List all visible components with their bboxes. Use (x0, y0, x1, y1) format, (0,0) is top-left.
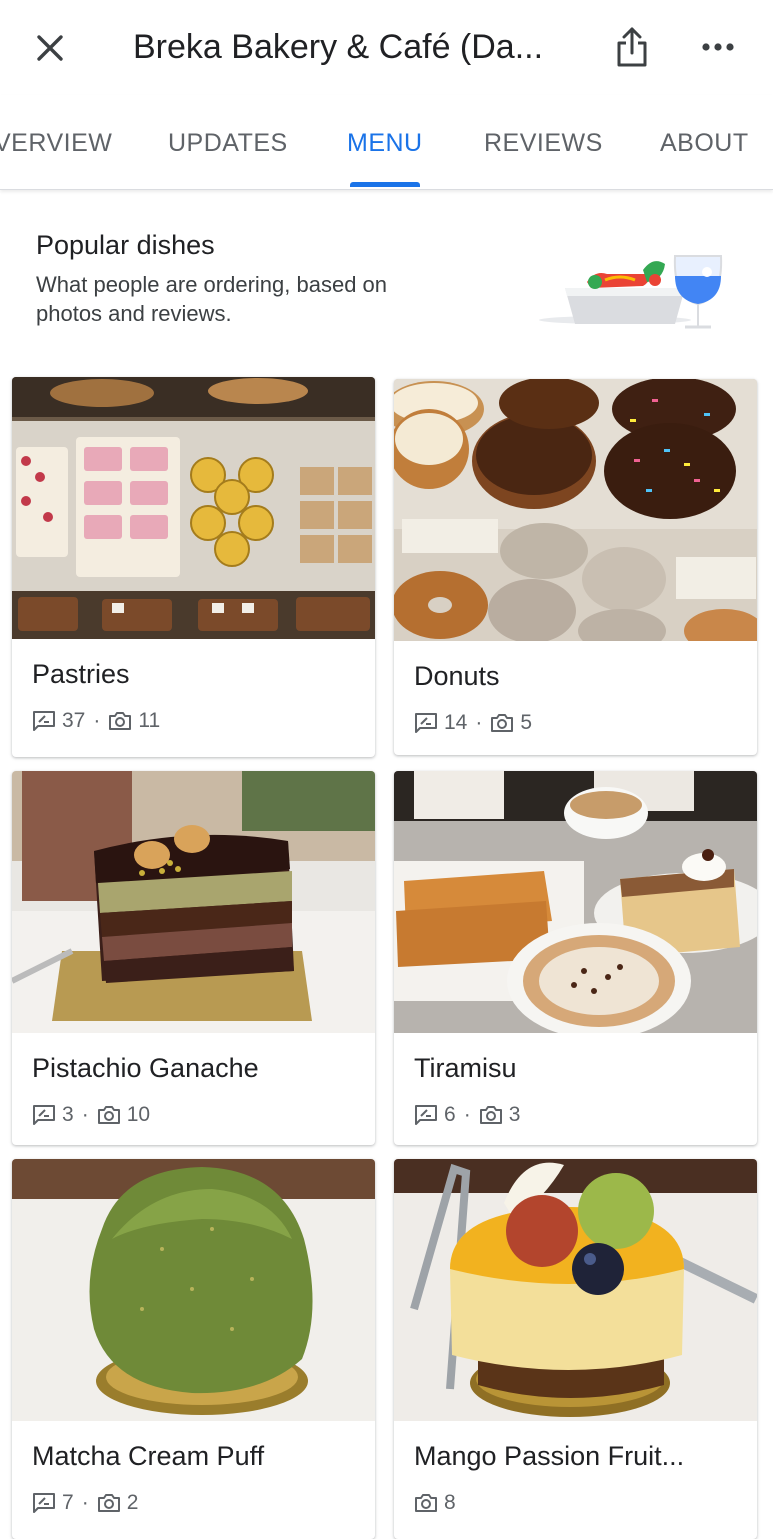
photo-count: 5 (520, 711, 533, 734)
photo-count: 8 (444, 1491, 456, 1514)
camera-icon (415, 1494, 437, 1512)
popular-dishes-header: Popular dishes What people are ordering,… (36, 228, 536, 328)
dish-name: Tiramisu (414, 1053, 517, 1083)
review-icon (415, 1105, 437, 1125)
review-count: 3 (62, 1103, 74, 1126)
tab-updates[interactable]: UPDATES (168, 129, 288, 158)
dish-stats: 14 · 5 (394, 693, 757, 741)
subtitle-line-1: What people are ordering, based on (36, 272, 388, 297)
share-icon (617, 27, 647, 67)
mango-passion-fruit-photo (394, 1159, 757, 1421)
review-count: 37 (62, 709, 86, 732)
donuts-photo (394, 379, 757, 641)
review-count: 7 (62, 1491, 74, 1514)
camera-icon (491, 714, 514, 732)
camera-icon (479, 1106, 502, 1124)
subtitle-line-2: photos and reviews. (36, 301, 232, 326)
dish-stats: 7 · 2 (12, 1473, 375, 1521)
photo-count: 3 (508, 1103, 521, 1126)
close-button[interactable] (30, 28, 70, 68)
separator: · (475, 711, 483, 734)
dish-card-donuts[interactable]: Donuts 14 · 5 (394, 379, 757, 755)
dish-card-pistachio-ganache[interactable]: Pistachio Ganache 3 · 10 (12, 771, 375, 1145)
dish-name: Matcha Cream Puff (32, 1441, 265, 1471)
tab-reviews[interactable]: REVIEWS (484, 129, 603, 158)
dish-card-pastries[interactable]: Pastries 37 · 11 (12, 377, 375, 757)
review-icon (33, 1105, 55, 1125)
dish-card-tiramisu[interactable]: Tiramisu 6 · 3 (394, 771, 757, 1145)
close-icon (37, 35, 63, 61)
camera-icon (109, 712, 132, 730)
camera-icon (97, 1106, 120, 1124)
review-count: 6 (444, 1103, 456, 1126)
pastries-photo (12, 377, 375, 639)
place-title: Breka Bakery & Café (Da... (133, 28, 544, 66)
more-horizontal-icon (702, 43, 734, 51)
photo-count: 11 (138, 709, 161, 732)
photo-count: 2 (126, 1491, 139, 1514)
dish-stats: 3 · 10 (12, 1085, 375, 1133)
dish-name: Mango Passion Fruit... (414, 1441, 685, 1471)
dish-stats: 8 (394, 1473, 757, 1521)
dish-stats: 37 · 11 (12, 691, 375, 739)
tab-overview[interactable]: VERVIEW (0, 129, 112, 158)
tab-about[interactable]: ABOUT (660, 129, 749, 158)
review-icon (415, 713, 437, 733)
share-button[interactable] (610, 24, 654, 70)
more-options-button[interactable] (696, 30, 740, 64)
camera-icon (97, 1494, 120, 1512)
dish-card-matcha-cream-puff[interactable]: Matcha Cream Puff 7 · 2 (12, 1159, 375, 1539)
section-subtitle: What people are ordering, based on photo… (36, 270, 536, 328)
review-icon (33, 1493, 55, 1513)
dish-name: Pistachio Ganache (32, 1053, 259, 1083)
matcha-cream-puff-photo (12, 1159, 375, 1421)
dish-name: Pastries (32, 659, 130, 689)
section-title: Popular dishes (36, 230, 215, 260)
active-tab-indicator (350, 182, 420, 187)
separator: · (463, 1103, 471, 1126)
separator: · (81, 1491, 89, 1514)
top-bar: Breka Bakery & Café (Da... (0, 0, 773, 95)
dish-card-mango-passion-fruit[interactable]: Mango Passion Fruit... 8 (394, 1159, 757, 1539)
dish-stats: 6 · 3 (394, 1085, 757, 1133)
photo-count: 10 (126, 1103, 151, 1126)
separator: · (81, 1103, 89, 1126)
tab-menu[interactable]: MENU (347, 129, 423, 158)
tab-bar: VERVIEW UPDATES MENU REVIEWS ABOUT (0, 95, 773, 190)
review-icon (33, 711, 55, 731)
dish-name: Donuts (414, 661, 500, 691)
review-count: 14 (444, 711, 468, 734)
pistachio-ganache-photo (12, 771, 375, 1033)
dishes-illustration-icon (539, 255, 723, 329)
separator: · (93, 709, 101, 732)
tiramisu-photo (394, 771, 757, 1033)
